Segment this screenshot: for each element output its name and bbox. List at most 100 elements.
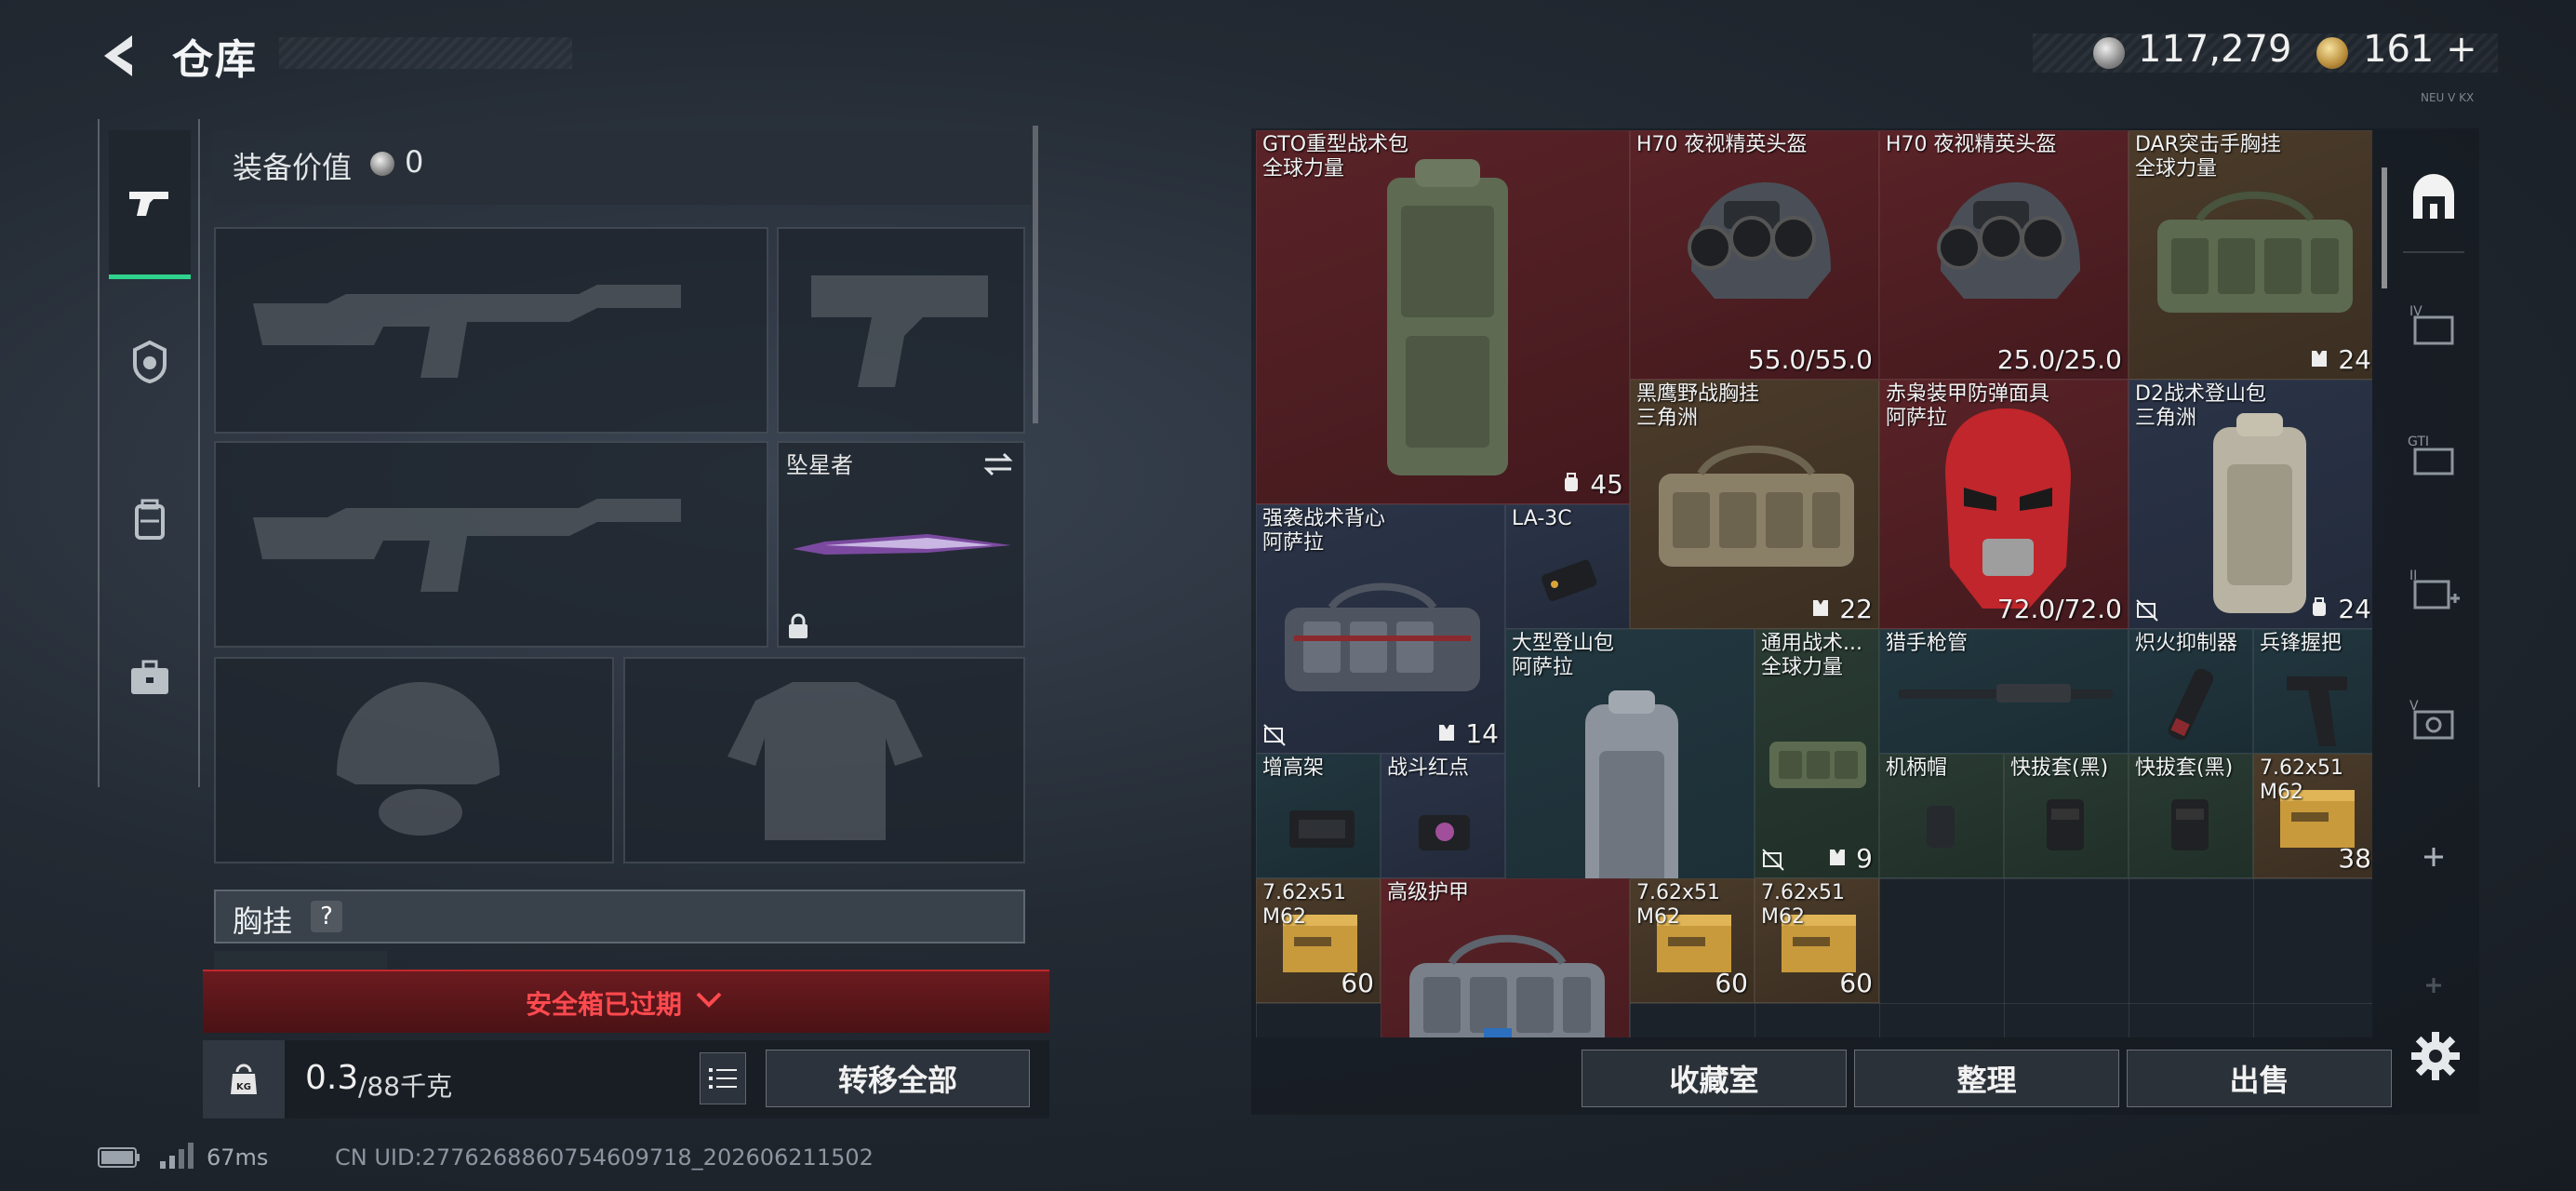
rail-add-button-disabled [2396, 947, 2472, 1024]
tab-backpack[interactable] [109, 445, 191, 594]
barrel-item-image [1899, 684, 2113, 703]
tab-weapons[interactable] [109, 130, 191, 279]
item-count: 9 [1827, 843, 1873, 874]
ping-text: 67ms [207, 1144, 269, 1171]
back-arrow-icon[interactable] [93, 28, 149, 84]
item-count: 24 [2309, 594, 2371, 624]
primary-weapon-slot-1[interactable] [214, 227, 768, 434]
item-durability: 25.0/25.0 [1996, 344, 2122, 375]
item-cell[interactable]: 猎手枪管 [1879, 629, 2129, 754]
item-cell[interactable]: 赤枭装甲防弹面具 阿萨拉 72.0/72.0 [1879, 380, 2129, 629]
item-cell[interactable]: H70 夜视精英头盔 25.0/25.0 [1879, 130, 2129, 380]
item-cell[interactable]: D2战术登山包 三角洲 24 [2129, 380, 2372, 629]
svg-text:GTI: GTI [2408, 435, 2429, 449]
pistol-slot[interactable] [777, 227, 1025, 434]
item-cell[interactable]: 机柄帽 [1879, 754, 2004, 878]
item-count-value: 22 [1839, 594, 1873, 624]
equipment-value-label: 装备价值 [233, 150, 353, 185]
chest-rig-item-image [2157, 191, 2353, 313]
vest-icon [1830, 850, 1846, 865]
title-decor-strip [279, 37, 572, 69]
gear-icon[interactable] [2408, 1028, 2463, 1084]
rail-tab-gti[interactable]: GTI [2396, 417, 2472, 493]
pistol-silhouette-icon [811, 275, 988, 387]
armor-slot[interactable] [623, 657, 1025, 863]
item-cell[interactable]: GTO重型战术包 全球力量 45 [1256, 130, 1630, 504]
item-cell[interactable]: 黑鹰野战胸挂 三角洲 22 [1630, 380, 1879, 629]
sell-button[interactable]: 出售 [2127, 1050, 2392, 1107]
vest-item-image [1285, 582, 1480, 691]
item-name: 7.62x51 M62 [1262, 881, 1346, 929]
tab-briefcase[interactable] [109, 603, 191, 752]
item-cell[interactable]: 炽火抑制器 [2129, 629, 2253, 754]
battery-icon [98, 1147, 140, 1168]
warehouse-grid[interactable]: GTO重型战术包 全球力量 45 H70 夜视精英头盔 55.0/55.0 H7… [1256, 130, 2372, 1037]
primary-weapon-slot-2[interactable] [214, 441, 768, 648]
item-cell[interactable]: LA-3C [1505, 504, 1630, 629]
item-cell[interactable]: DAR突击手胸挂 全球力量 24 [2129, 130, 2372, 380]
add-gold-button[interactable]: + [2446, 28, 2477, 71]
transfer-all-button[interactable]: 转移全部 [766, 1050, 1030, 1107]
red-dot-item-image [1419, 815, 1470, 850]
item-name: D2战术登山包 三角洲 [2135, 382, 2266, 430]
silver-coin-icon [370, 152, 394, 176]
rail-tab-v[interactable]: V [2396, 681, 2472, 757]
item-cell[interactable]: 战斗红点 [1381, 754, 1505, 878]
item-cell[interactable]: 7.62x51 M62 60 [1630, 878, 1755, 1003]
item-count: 38 [2338, 843, 2371, 874]
item-name: 兵锋握把 [2260, 632, 2342, 655]
warehouse-scrollbar[interactable] [2382, 167, 2387, 288]
chest-rig-help-button[interactable]: ? [311, 901, 342, 932]
chest-rig-label: 胸挂 [233, 903, 293, 939]
backpack-item-image [2213, 413, 2306, 613]
item-cell[interactable]: 7.62x51 M62 38 [2253, 754, 2372, 878]
item-cell[interactable]: H70 夜视精英头盔 55.0/55.0 [1630, 130, 1879, 380]
list-view-button[interactable] [700, 1052, 746, 1104]
tab-ii-plus-icon: II [2409, 569, 2460, 609]
grip-item-image [2287, 676, 2347, 746]
loadout-scrollbar[interactable] [1033, 126, 1038, 423]
item-cell[interactable]: 兵锋握把 [2253, 629, 2372, 754]
page-title: 仓库 [172, 36, 258, 84]
gold-coin-icon [2316, 37, 2348, 69]
helmet-slot[interactable] [214, 657, 614, 863]
item-cell[interactable]: 高级护甲 [1381, 878, 1630, 1037]
item-cell[interactable]: 快拔套(黑) [2129, 754, 2253, 878]
item-count: 14 [1436, 718, 1499, 749]
collection-room-button[interactable]: 收藏室 [1582, 1050, 1847, 1107]
item-cell[interactable]: 强袭战术背心 阿萨拉 14 [1256, 504, 1505, 754]
rail-add-button[interactable] [2396, 819, 2472, 895]
rail-tab-ii[interactable]: II [2396, 551, 2472, 627]
item-name: 大型登山包 阿萨拉 [1512, 632, 1615, 679]
item-cell[interactable]: 快拔套(黑) [2004, 754, 2129, 878]
item-count: 60 [1341, 968, 1374, 998]
item-name: 快拔套(黑) [2135, 756, 2234, 780]
melee-weapon-image [793, 534, 1011, 555]
rail-tab-main[interactable] [2396, 160, 2472, 236]
swap-icon[interactable] [981, 450, 1015, 478]
item-count-value: 24 [2338, 344, 2371, 375]
item-cell[interactable]: 7.62x51 M62 60 [1256, 878, 1381, 1003]
chest-rig-item-image [1769, 742, 1866, 788]
tab-gear[interactable] [109, 287, 191, 435]
item-cell[interactable]: 通用战术... 全球力量 9 [1755, 629, 1879, 878]
uid-text: CN UID:2776268860754609718_202606211502 [335, 1144, 874, 1171]
item-name: 战斗红点 [1387, 756, 1470, 780]
melee-name: 坠星者 [786, 452, 853, 478]
item-name: 7.62x51 M62 [2260, 756, 2343, 804]
suppressor-item-image [2168, 668, 2214, 741]
chevron-down-icon[interactable] [694, 986, 724, 1014]
sort-button[interactable]: 整理 [1854, 1050, 2119, 1107]
gold-amount[interactable]: 161 + [2363, 28, 2477, 71]
rail-tab-iv[interactable]: IV [2396, 287, 2472, 363]
weight-current: 0.3 [305, 1059, 359, 1097]
item-cell[interactable]: 7.62x51 M62 60 [1755, 878, 1879, 1003]
no-trade-icon [1263, 724, 1286, 746]
silver-amount: 117,279 [2138, 28, 2292, 71]
item-count: 22 [1810, 594, 1873, 624]
item-name: DAR突击手胸挂 全球力量 [2135, 133, 2281, 181]
item-cell[interactable]: 增高架 [1256, 754, 1381, 878]
item-count-value: 9 [1856, 843, 1873, 874]
item-count: 45 [1561, 469, 1623, 500]
vest-icon [1813, 600, 1829, 616]
